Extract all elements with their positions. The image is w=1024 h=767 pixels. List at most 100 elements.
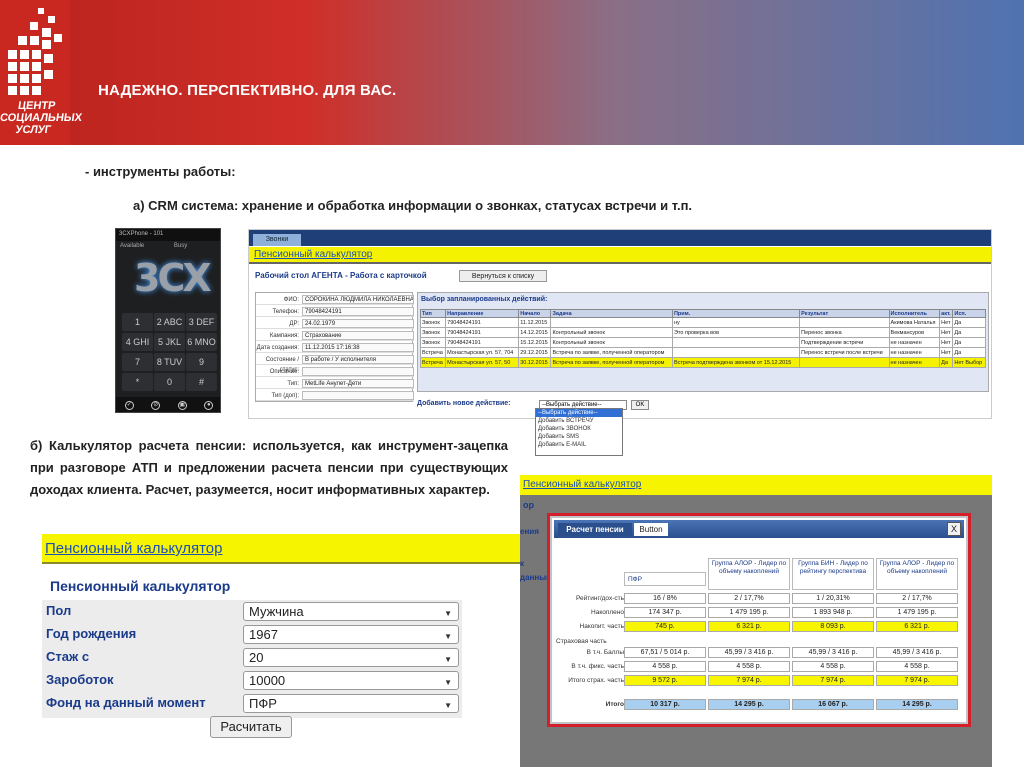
dialpad-key[interactable]: 2 ABC <box>154 313 185 331</box>
form-select[interactable]: ПФР ▼ <box>243 694 459 713</box>
form-label: Зароботок <box>46 672 114 687</box>
table-row[interactable]: Встреча Монастырская ул. 57, 50 30.12.2015… <box>419 357 986 368</box>
back-to-list-button[interactable]: Вернуться к списку <box>459 270 547 282</box>
table-header: Исп. <box>952 309 986 318</box>
total-row: Итого 10 317 р. 14 295 р. 16 067 р. 14 295 р… <box>556 698 966 711</box>
value-cell: 7 974 р. <box>792 675 874 686</box>
card-value[interactable]: Страхование <box>302 331 414 340</box>
table-row[interactable]: Встреча Монастырская ул. 57, 704 29.12.201… <box>419 347 986 358</box>
total-cell: 16 067 р. <box>792 699 874 710</box>
dialog-row: В т.ч. Баллы 67,51 / 5 014 р. 45,99 / 3 41… <box>556 646 966 659</box>
table-row[interactable]: Звонок 79048424191 15.12.2015 Контрольный з… <box>419 337 986 348</box>
value-cell: 4 558 р. <box>876 661 958 672</box>
table-cell: Монастырская ул. 57, 704 <box>445 347 520 358</box>
status-busy[interactable]: Busy <box>174 243 187 249</box>
card-value[interactable]: 24.02.1979 <box>302 319 414 328</box>
calculator-title-link[interactable]: Пенсионный калькулятор <box>42 534 520 564</box>
form-row: Год рождения 1967 ▼ <box>42 623 462 646</box>
dropdown-option[interactable]: Добавить ВСТРЕЧУ <box>536 417 622 425</box>
table-cell <box>671 337 801 348</box>
dialpad-key[interactable]: * <box>122 373 153 391</box>
softphone-toolbar: ✓ ⊘ ▣ ● <box>116 397 220 412</box>
value-cell: 2 / 17,7% <box>876 593 958 604</box>
scheduled-actions-table: Тип Направление Начало Задача Прим. Результат… <box>419 309 986 368</box>
value-cell: 174 347 р. <box>624 607 706 618</box>
dialpad-key[interactable]: 1 <box>122 313 153 331</box>
dialpad-key[interactable]: 3 DEF <box>186 313 217 331</box>
tab-calls[interactable]: Звонки <box>253 234 301 246</box>
dial-input[interactable] <box>118 295 218 309</box>
value-cell: 6 321 р. <box>876 621 958 632</box>
transfer-icon[interactable]: ⊘ <box>151 401 161 410</box>
calculator-form: Пол Мужчина ▼ Год рождения 1967 ▼ Стаж с 20 ▼ Зар… <box>42 600 462 718</box>
row-label: Итого страх. часть <box>568 677 624 684</box>
dialpad-key[interactable]: 7 PQRS <box>122 353 153 385</box>
crm-description: а) CRM система: хранение и обработка инф… <box>133 198 693 213</box>
close-button[interactable]: X <box>947 522 961 536</box>
card-value[interactable] <box>302 367 414 376</box>
table-header: Исполнитель <box>888 309 941 318</box>
dialpad-key[interactable]: 5 JKL <box>154 333 185 351</box>
dropdown-option[interactable]: Добавить E-MAIL <box>536 441 622 449</box>
dialpad-key[interactable]: # <box>186 373 217 391</box>
table-cell: Подтверждение встречи <box>799 337 890 348</box>
table-cell: 79048424191 <box>445 337 520 348</box>
card-value[interactable]: В работе / У исполнителя <box>302 355 414 364</box>
call-icon[interactable]: ✓ <box>124 401 134 410</box>
table-header: Начало <box>518 309 552 318</box>
card-row: Состояние / статус: В работе / У исполнит… <box>256 355 414 373</box>
conference-icon[interactable]: ▣ <box>177 401 187 410</box>
ok-button[interactable]: OK <box>631 400 649 410</box>
card-value[interactable]: MetLife Анулет-Дети <box>302 379 414 388</box>
dialpad-key[interactable]: 9 WXYZ <box>186 353 217 385</box>
table-cell: Векмансуров <box>888 327 941 338</box>
dropdown-option[interactable]: --Выбрать действие-- <box>536 409 622 417</box>
dialog-row: В т.ч. фикс. часть 4 558 р. 4 558 р. 4 558 … <box>556 660 966 673</box>
crm-nav: Звонки <box>249 230 991 246</box>
dialog-header: Расчет пенсии Button X <box>554 520 964 538</box>
tab-pension-calculation[interactable]: Расчет пенсии <box>558 523 632 536</box>
dialog-row: Итого страх. часть 9 572 р. 7 974 р. 7 974 … <box>556 674 966 687</box>
form-select-value: ПФР <box>249 696 277 711</box>
dialpad-key[interactable]: 8 TUV <box>154 353 185 371</box>
action-dropdown[interactable]: --Выбрать действие-- Добавить ВСТРЕЧУ Доба… <box>535 408 623 456</box>
form-select[interactable]: Мужчина ▼ <box>243 602 459 621</box>
card-value[interactable]: СОРОКИНА ЛЮДМИЛА НИКОЛАЕВНА <box>302 295 414 304</box>
softphone-titlebar: 3CXPhone - 101 <box>116 229 220 241</box>
table-cell: Встреча по заявке, полученной оператором <box>550 357 673 368</box>
crm-title-link[interactable]: Пенсионный калькулятор <box>249 247 991 264</box>
tab-button[interactable]: Button <box>634 523 668 536</box>
value-cell: 7 974 р. <box>876 675 958 686</box>
card-value[interactable]: 11.12.2015 17:16:38 <box>302 343 414 352</box>
chevron-down-icon: ▼ <box>444 678 452 687</box>
softphone-status[interactable]: Available Busy <box>116 242 220 252</box>
table-row[interactable]: Звонок 79048424191 11.12.2015 ну Акимова Нат… <box>419 317 986 328</box>
dialpad-key[interactable]: 4 GHI <box>122 333 153 351</box>
value-cell: 7 974 р. <box>708 675 790 686</box>
scheduled-actions: Выбор запланированных действий: Тип Напра… <box>417 292 989 392</box>
form-label: Стаж с <box>46 649 90 664</box>
card-value[interactable] <box>302 391 414 400</box>
card-value[interactable]: 79048424191 <box>302 307 414 316</box>
dropdown-option[interactable]: Добавить SMS <box>536 433 622 441</box>
form-select[interactable]: 20 ▼ <box>243 648 459 667</box>
table-cell: Акимова Наталья <box>888 317 941 328</box>
value-cell: 9 572 р. <box>624 675 706 686</box>
hold-icon[interactable]: ● <box>204 401 214 410</box>
form-select[interactable]: 10000 ▼ <box>243 671 459 690</box>
table-header: Задача <box>550 309 673 318</box>
calculate-button[interactable]: Расчитать <box>210 716 292 738</box>
dropdown-option[interactable]: Добавить ЗВОНОК <box>536 425 622 433</box>
form-select[interactable]: 1967 ▼ <box>243 625 459 644</box>
table-cell: Встреча <box>419 357 447 368</box>
table-cell: Звонок <box>419 317 447 328</box>
value-cell: 1 893 948 р. <box>792 607 874 618</box>
table-cell: 15.12.2015 <box>518 337 552 348</box>
table-cell: 29.12.2015 <box>518 347 552 358</box>
status-available[interactable]: Available <box>120 243 144 249</box>
logo-text: ЦЕНТР СОЦИАЛЬНЫХ УСЛУГ <box>0 100 83 136</box>
table-row[interactable]: Звонок 79048424191 14.12.2015 Контрольный з… <box>419 327 986 338</box>
dialpad-key[interactable]: 6 MNO <box>186 333 217 351</box>
dialpad-key[interactable]: 0 <box>154 373 185 391</box>
table-cell: Нет <box>939 317 954 328</box>
